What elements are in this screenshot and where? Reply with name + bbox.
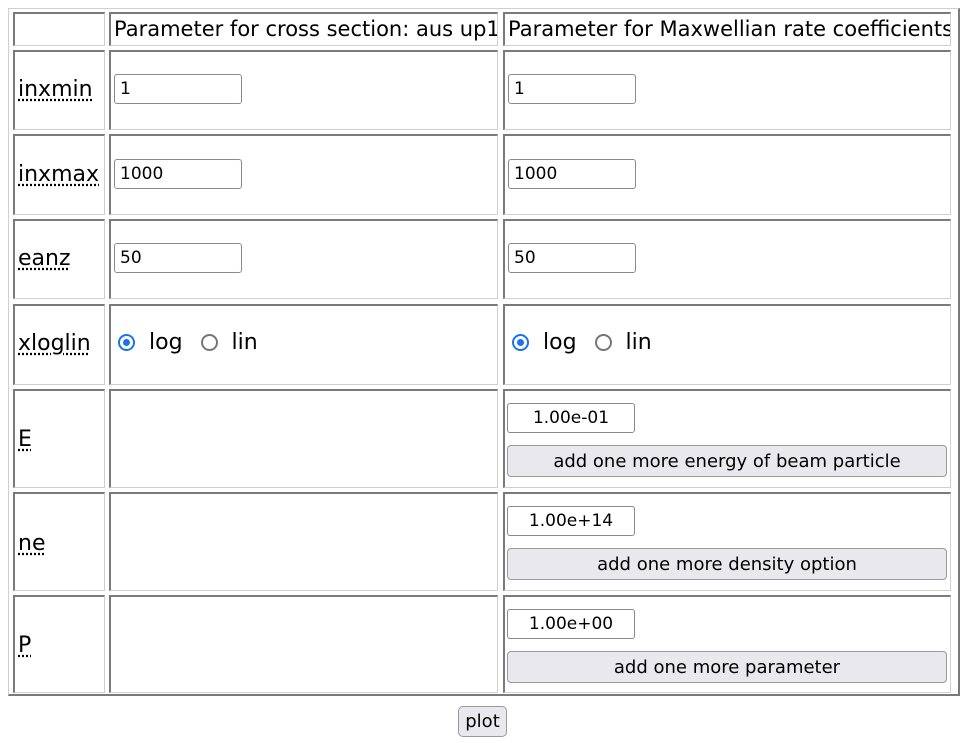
inxmax-label: inxmax	[18, 162, 100, 187]
inxmax-maxwell-cell	[503, 134, 951, 215]
inxmax-maxwell-input[interactable]	[508, 159, 636, 189]
energy-maxwell-cell: add one more energy of beam particle	[503, 389, 951, 488]
plot-button[interactable]: plot	[458, 706, 507, 737]
eanz-cross-cell	[109, 219, 498, 299]
xloglin-maxwell-cell: log lin	[503, 304, 951, 385]
inxmax-label-cell: inxmax	[13, 134, 105, 215]
density-maxwell-cell: add one more density option	[503, 492, 951, 591]
energy-cross-cell	[109, 389, 498, 488]
density-value-input[interactable]	[507, 506, 635, 536]
xloglin-maxwell-radio-group: log lin	[512, 330, 670, 355]
eanz-maxwell-cell	[503, 219, 951, 299]
density-label: ne	[18, 531, 46, 556]
maxwellian-header: Parameter for Maxwellian rate coefficien…	[503, 12, 951, 46]
xloglin-maxwell-log-radio[interactable]	[512, 334, 529, 351]
energy-value-input[interactable]	[507, 403, 635, 433]
xloglin-label: xloglin	[18, 331, 91, 356]
xloglin-cross-log-label[interactable]: log	[149, 330, 183, 355]
parameter-maxwell-cell: add one more parameter	[503, 595, 951, 693]
parameter-label-cell: P	[13, 595, 105, 693]
add-density-button[interactable]: add one more density option	[507, 548, 947, 580]
xloglin-cross-cell: log lin	[109, 304, 498, 385]
inxmax-cross-input[interactable]	[114, 159, 242, 189]
energy-label-cell: E	[13, 389, 105, 488]
header-corner-cell	[13, 12, 105, 46]
inxmin-cross-cell	[109, 50, 498, 130]
parameter-label: P	[18, 633, 32, 658]
density-label-cell: ne	[13, 492, 105, 591]
inxmin-label-cell: inxmin	[13, 50, 105, 130]
energy-label: E	[18, 427, 32, 452]
xloglin-label-cell: xloglin	[13, 304, 105, 385]
xloglin-maxwell-lin-radio[interactable]	[594, 334, 612, 351]
parameter-cross-cell	[109, 595, 498, 693]
xloglin-maxwell-log-label[interactable]: log	[543, 330, 577, 355]
parameter-value-input[interactable]	[507, 609, 635, 639]
add-energy-button[interactable]: add one more energy of beam particle	[507, 445, 947, 477]
cross-section-header: Parameter for cross section: aus up1	[109, 12, 498, 46]
xloglin-cross-lin-label[interactable]: lin	[232, 330, 258, 355]
inxmin-maxwell-cell	[503, 50, 951, 130]
add-parameter-button[interactable]: add one more parameter	[507, 651, 947, 683]
eanz-maxwell-input[interactable]	[508, 243, 636, 273]
eanz-label-cell: eanz	[13, 219, 105, 299]
xloglin-cross-lin-radio[interactable]	[200, 334, 218, 351]
xloglin-cross-radio-group: log lin	[118, 330, 276, 355]
inxmax-cross-cell	[109, 134, 498, 215]
eanz-label: eanz	[18, 246, 71, 271]
density-cross-cell	[109, 492, 498, 591]
xloglin-maxwell-lin-label[interactable]: lin	[626, 330, 652, 355]
inxmin-label: inxmin	[18, 77, 93, 102]
eanz-cross-input[interactable]	[114, 243, 242, 273]
inxmin-maxwell-input[interactable]	[508, 74, 636, 104]
inxmin-cross-input[interactable]	[114, 74, 242, 104]
xloglin-cross-log-radio[interactable]	[118, 334, 135, 351]
